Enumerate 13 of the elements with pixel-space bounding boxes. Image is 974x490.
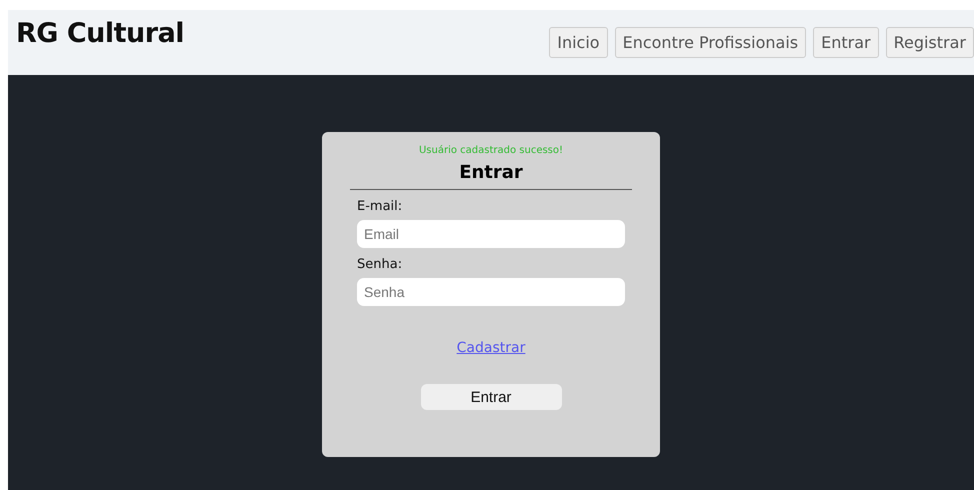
nav-button[interactable]: Encontre Profissionais [614,27,806,58]
form-title: Entrar [350,162,632,190]
nav-button[interactable]: Registrar [886,27,974,58]
nav-button[interactable]: Entrar [813,27,879,58]
site-title: RG Cultural [16,18,184,49]
field-label: Senha: [357,257,404,272]
input-field[interactable]: Senha [357,278,625,306]
field-label: E-mail: [357,199,404,214]
submit-button[interactable]: Entrar [420,384,562,410]
register-link[interactable]: Cadastrar [456,340,526,356]
input-field[interactable]: Email [357,220,625,248]
nav-button[interactable]: Inicio [549,27,608,58]
success-message: Usuário cadastrado sucesso! [418,145,564,156]
